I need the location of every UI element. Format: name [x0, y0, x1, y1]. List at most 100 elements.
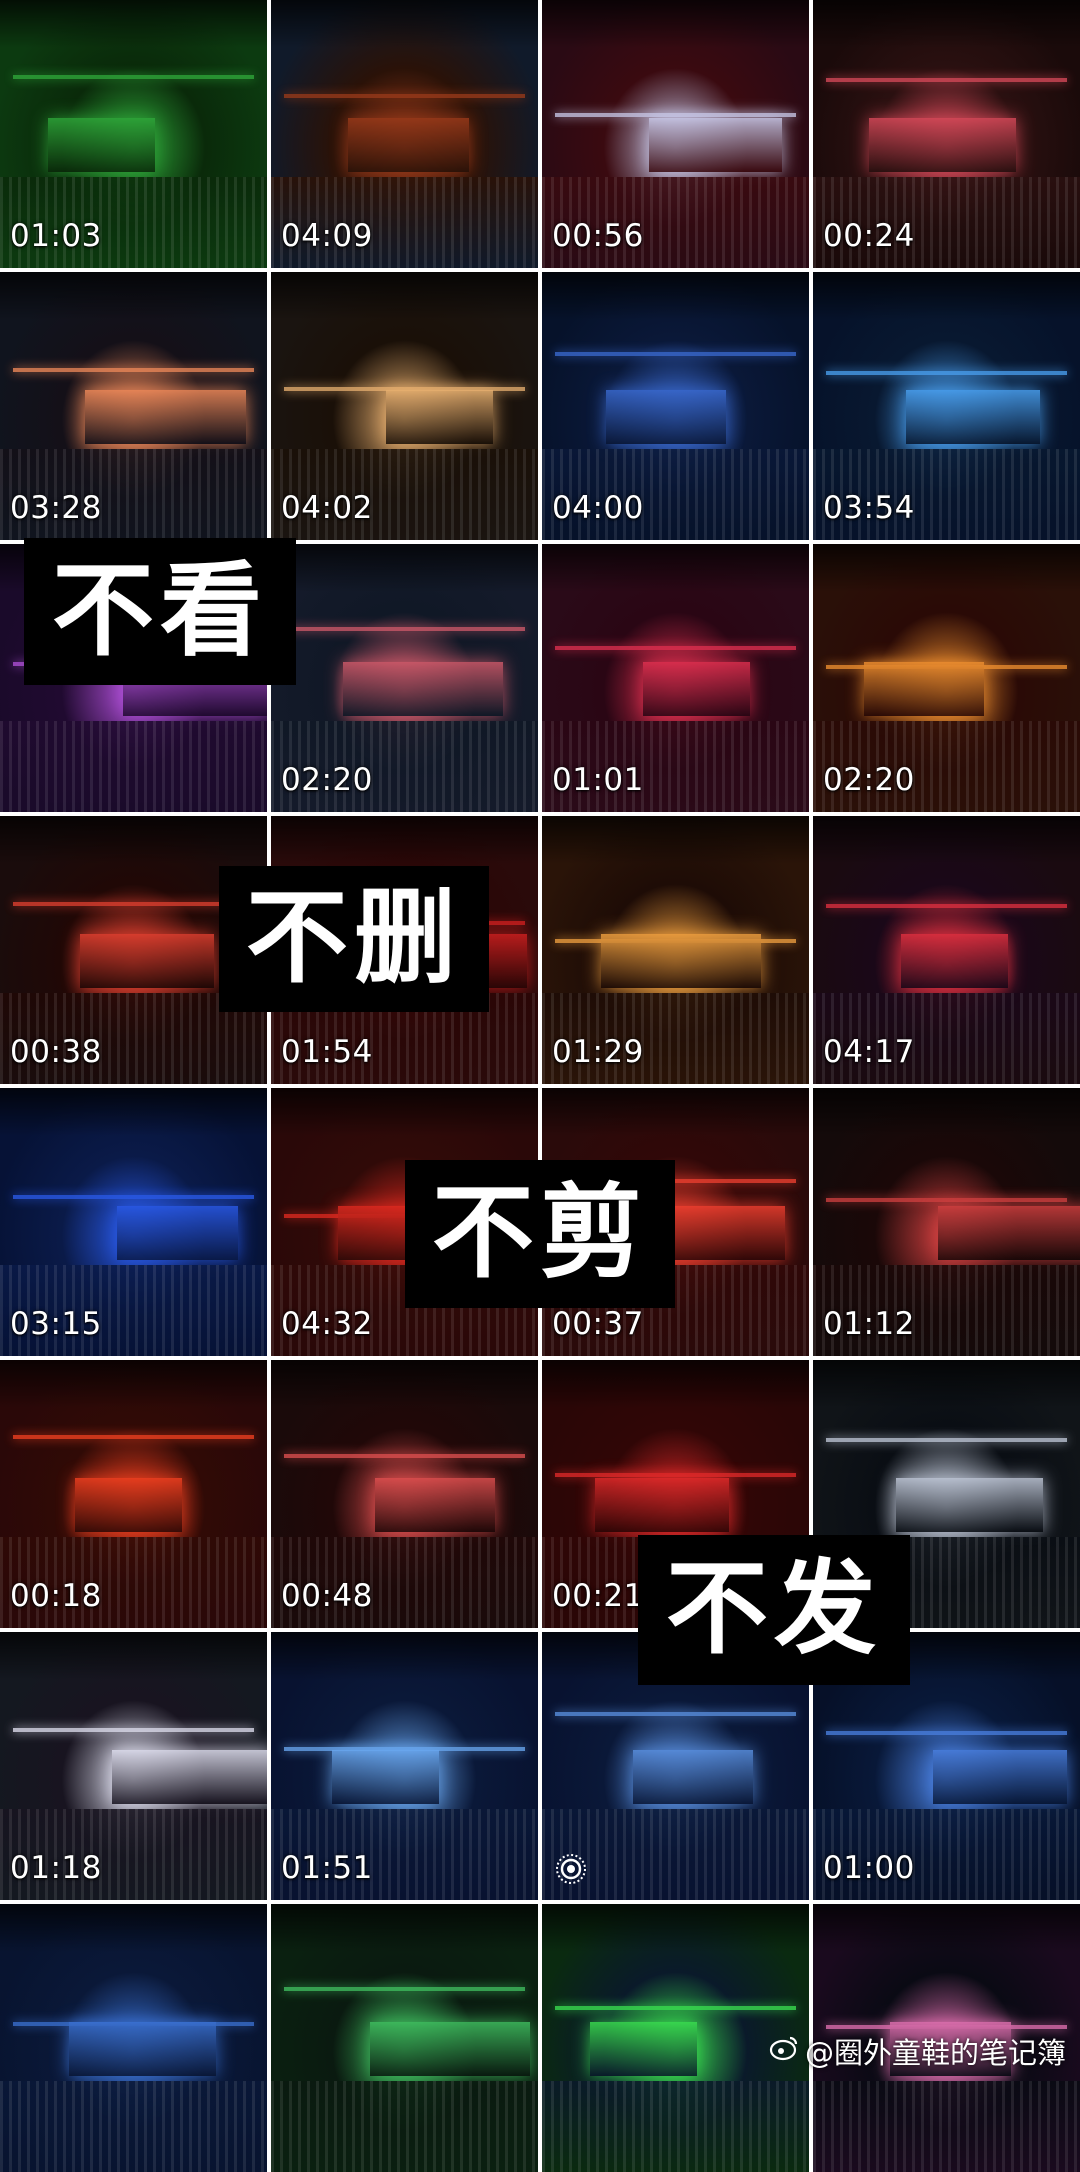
- stadium-roof: [0, 816, 267, 865]
- crowd-lights: [0, 2080, 267, 2172]
- video-duration: 04:02: [281, 490, 373, 526]
- video-duration: 02:20: [281, 762, 373, 798]
- watermark: @圈外童鞋的笔记簿: [769, 2030, 1066, 2072]
- video-duration: 03:28: [10, 490, 102, 526]
- thumbnail-29[interactable]: [0, 1904, 267, 2172]
- thumbnail-8[interactable]: 03:54: [813, 272, 1080, 540]
- stage-screen: [648, 117, 783, 172]
- stage-screen: [595, 1477, 729, 1532]
- video-duration: 01:29: [552, 1034, 644, 1070]
- thumbnail-3[interactable]: 00:56: [542, 0, 809, 268]
- light-rig: [555, 352, 796, 357]
- live-photo-icon: [554, 1852, 588, 1886]
- thumbnail-11[interactable]: 01:01: [542, 544, 809, 812]
- stage-screen: [863, 661, 984, 716]
- light-rig: [555, 2005, 796, 2010]
- thumbnail-15[interactable]: 01:29: [542, 816, 809, 1084]
- stage-screen: [938, 1205, 1080, 1260]
- crowd-lights: [271, 2080, 538, 2172]
- stadium-roof: [0, 0, 267, 49]
- video-duration: 00:21: [552, 1578, 644, 1614]
- photo-grid: 01:03 04:09 00:56 00:24 03:28 04:02 04:00 03:54…: [0, 0, 1080, 2172]
- stadium-roof: [813, 1088, 1080, 1137]
- light-rig: [13, 1195, 254, 1200]
- light-rig: [284, 1987, 525, 1992]
- stadium-roof: [0, 272, 267, 321]
- stage-screen: [606, 389, 727, 444]
- stage-screen: [69, 2021, 217, 2076]
- video-duration: 01:51: [281, 1850, 373, 1886]
- light-rig: [284, 627, 525, 632]
- light-rig: [826, 371, 1067, 376]
- thumbnail-7[interactable]: 04:00: [542, 272, 809, 540]
- video-duration: 00:37: [552, 1306, 644, 1342]
- video-duration: 03:15: [10, 1306, 102, 1342]
- stadium-roof: [271, 0, 538, 49]
- stage-screen: [895, 1477, 1043, 1532]
- video-duration: 04:17: [823, 1034, 915, 1070]
- stadium-roof: [0, 1904, 267, 1953]
- stadium-roof: [0, 1360, 267, 1409]
- stage-screen: [600, 933, 761, 988]
- thumbnail-22[interactable]: 00:48: [271, 1360, 538, 1628]
- light-rig: [13, 1435, 254, 1440]
- stage-screen: [112, 1749, 267, 1804]
- video-duration: 04:32: [281, 1306, 373, 1342]
- light-rig: [13, 901, 254, 906]
- thumbnail-10[interactable]: 02:20: [271, 544, 538, 812]
- thumbnail-30[interactable]: [271, 1904, 538, 2172]
- video-duration: 00:48: [281, 1578, 373, 1614]
- caption-bufa: 不发: [638, 1535, 910, 1685]
- stage-screen: [48, 117, 155, 172]
- thumbnail-20[interactable]: 01:12: [813, 1088, 1080, 1356]
- stadium-roof: [542, 1088, 809, 1137]
- thumbnail-12[interactable]: 02:20: [813, 544, 1080, 812]
- thumbnail-4[interactable]: 00:24: [813, 0, 1080, 268]
- caption-bushan: 不删: [219, 866, 489, 1012]
- stage-screen: [348, 117, 469, 172]
- thumbnail-21[interactable]: 00:18: [0, 1360, 267, 1628]
- thumbnail-25[interactable]: 01:18: [0, 1632, 267, 1900]
- stage-screen: [332, 1749, 440, 1804]
- stage-screen: [590, 2021, 697, 2076]
- stadium-roof: [813, 816, 1080, 865]
- stadium-roof: [271, 1904, 538, 1953]
- thumbnail-17[interactable]: 03:15: [0, 1088, 267, 1356]
- stage-screen: [901, 933, 1008, 988]
- light-rig: [284, 93, 525, 98]
- light-rig: [826, 1731, 1067, 1736]
- thumbnail-6[interactable]: 04:02: [271, 272, 538, 540]
- stage-screen: [385, 389, 493, 444]
- thumbnail-16[interactable]: 04:17: [813, 816, 1080, 1084]
- light-rig: [13, 368, 254, 373]
- stadium-roof: [0, 1632, 267, 1681]
- stadium-roof: [271, 544, 538, 593]
- stage-screen: [375, 1477, 496, 1532]
- stadium-roof: [813, 1904, 1080, 1953]
- caption-bukan: 不看: [24, 538, 296, 685]
- light-rig: [13, 1728, 254, 1733]
- stadium-roof: [542, 1360, 809, 1409]
- stadium-roof: [542, 816, 809, 865]
- stadium-roof: [813, 272, 1080, 321]
- light-rig: [555, 112, 796, 117]
- video-duration: 01:54: [281, 1034, 373, 1070]
- thumbnail-5[interactable]: 03:28: [0, 272, 267, 540]
- thumbnail-2[interactable]: 04:09: [271, 0, 538, 268]
- watermark-text: @圈外童鞋的笔记簿: [804, 2036, 1066, 2070]
- thumbnail-26[interactable]: 01:51: [271, 1632, 538, 1900]
- stadium-roof: [271, 816, 538, 865]
- light-rig: [13, 75, 254, 80]
- stadium-roof: [813, 544, 1080, 593]
- light-rig: [555, 1472, 796, 1477]
- light-rig: [555, 645, 796, 650]
- video-duration: 02:20: [823, 762, 915, 798]
- stage-screen: [933, 1749, 1067, 1804]
- video-duration: 00:56: [552, 218, 644, 254]
- light-rig: [555, 1712, 796, 1717]
- crowd-lights: [542, 2080, 809, 2172]
- thumbnail-1[interactable]: 01:03: [0, 0, 267, 268]
- stadium-roof: [271, 272, 538, 321]
- video-duration: 00:38: [10, 1034, 102, 1070]
- stage-screen: [869, 117, 1016, 172]
